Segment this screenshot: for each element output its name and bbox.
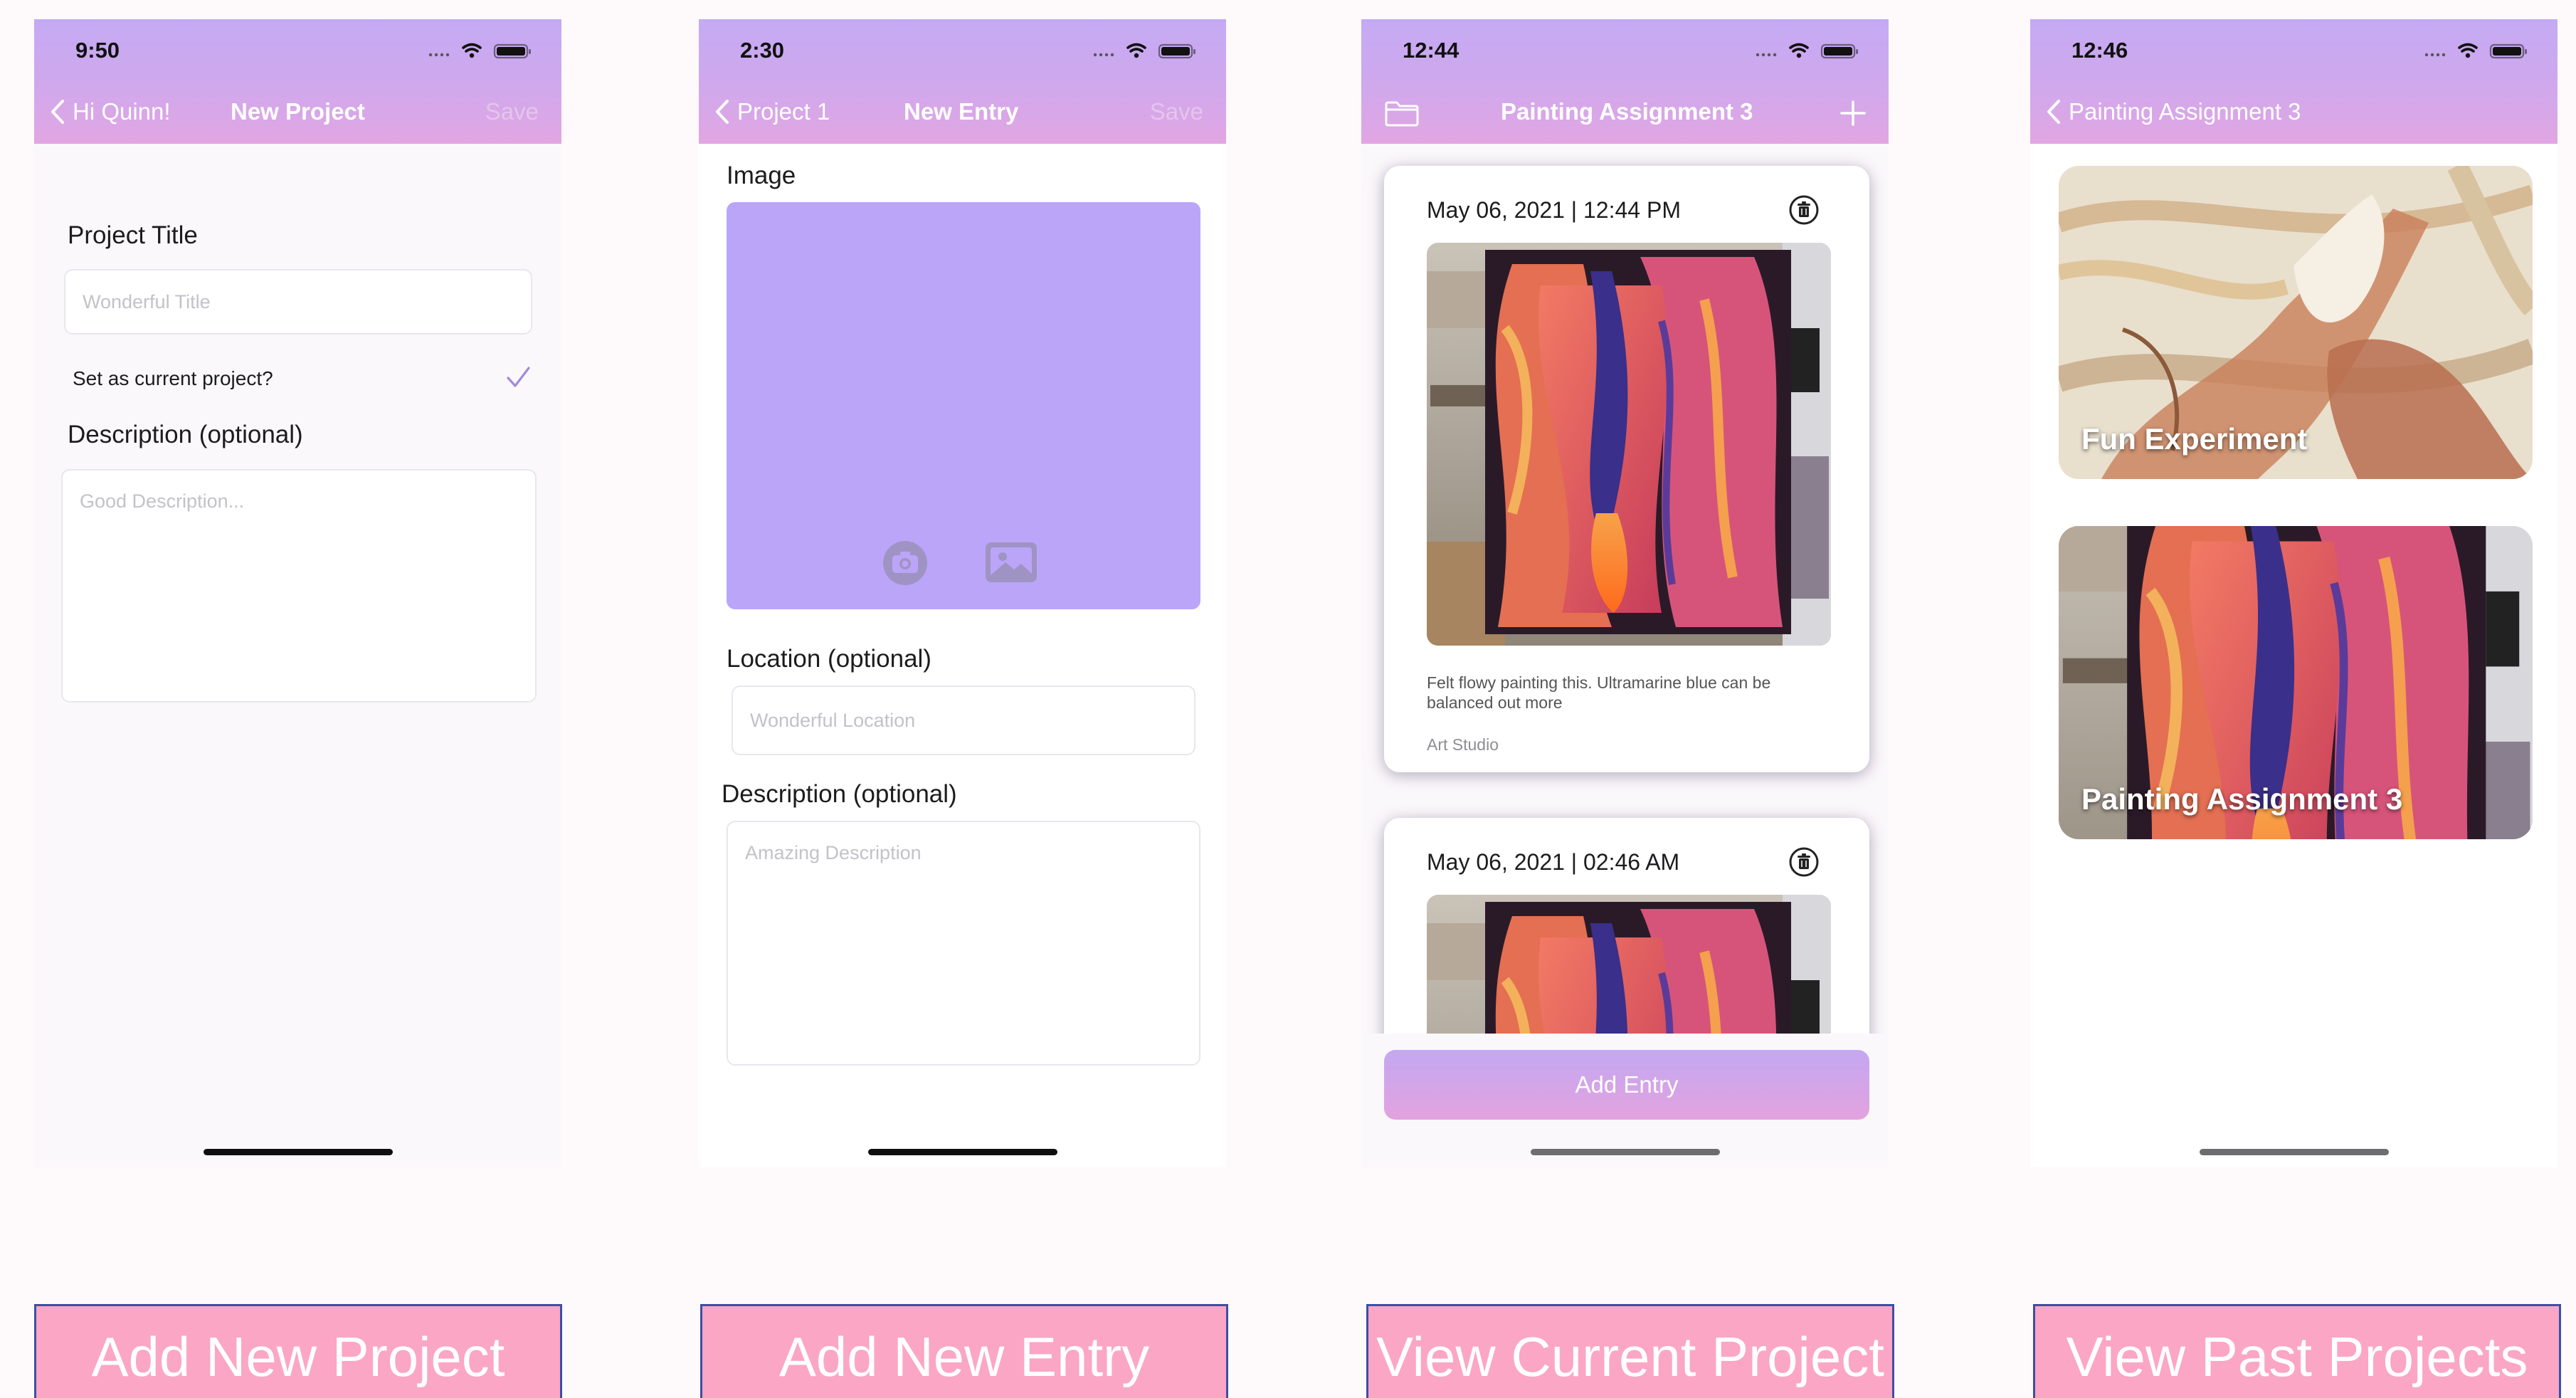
- page-title: New Project: [231, 98, 365, 125]
- photo-library-icon[interactable]: [984, 540, 1038, 585]
- nav-bar: 9:50 Hi Quinn! New Project Save: [34, 19, 561, 144]
- add-entry-button[interactable]: Add Entry: [1384, 1050, 1869, 1120]
- home-indicator: [204, 1149, 393, 1155]
- entry-date: May 06, 2021 | 12:44 PM: [1427, 197, 1681, 223]
- home-indicator: [1531, 1149, 1720, 1155]
- back-button[interactable]: Project 1: [713, 96, 830, 127]
- trash-icon[interactable]: [1788, 194, 1820, 226]
- caption-add-new-project: Add New Project: [34, 1304, 562, 1398]
- home-indicator: [868, 1149, 1057, 1155]
- entry-date: May 06, 2021 | 02:46 AM: [1427, 849, 1680, 875]
- description-placeholder: Good Description...: [80, 490, 245, 512]
- caption-view-current-project: View Current Project: [1366, 1304, 1894, 1398]
- screen-past-projects: 12:46 Painting Assignment 3 Fun Experime…: [2030, 19, 2557, 1167]
- nav-bar: 2:30 Project 1 New Entry Save: [699, 19, 1226, 144]
- camera-icon[interactable]: [882, 540, 929, 587]
- chevron-left-icon: [48, 98, 67, 125]
- home-indicator: [2200, 1149, 2389, 1155]
- nav-bar: 12:44 Painting Assignment 3: [1361, 19, 1889, 144]
- back-button[interactable]: Painting Assignment 3: [2044, 96, 2301, 127]
- status-icons: [2422, 42, 2536, 59]
- location-placeholder: Wonderful Location: [750, 709, 916, 731]
- status-time: 12:44: [1403, 38, 1459, 63]
- entry-card[interactable]: May 06, 2021 | 12:44 PM Felt flowy paint…: [1384, 166, 1869, 772]
- screen-new-project: 9:50 Hi Quinn! New Project Save Project …: [34, 19, 561, 1167]
- screen-new-entry: 2:30 Project 1 New Entry Save Image Loca…: [699, 19, 1226, 1167]
- add-entry-label: Add Entry: [1575, 1071, 1679, 1098]
- folder-icon[interactable]: [1384, 99, 1420, 127]
- project-title-input[interactable]: Wonderful Title: [64, 269, 532, 335]
- save-button[interactable]: Save: [485, 96, 539, 127]
- status-icons: [1753, 42, 1867, 59]
- checkmark-icon[interactable]: [505, 365, 531, 389]
- image-label: Image: [727, 162, 796, 189]
- back-label: Painting Assignment 3: [2069, 98, 2301, 125]
- location-label: Location (optional): [727, 645, 931, 673]
- project-name: Fun Experiment: [2081, 422, 2308, 456]
- back-button[interactable]: Hi Quinn!: [48, 96, 171, 127]
- chevron-left-icon: [713, 98, 732, 125]
- chevron-left-icon: [2044, 98, 2063, 125]
- back-label: Project 1: [737, 98, 830, 125]
- project-card[interactable]: Painting Assignment 3: [2059, 526, 2533, 839]
- description-label: Description (optional): [722, 780, 957, 808]
- status-time: 12:46: [2071, 38, 2128, 63]
- description-input[interactable]: Amazing Description: [727, 821, 1200, 1066]
- save-button[interactable]: Save: [1150, 96, 1203, 127]
- status-icons: [426, 42, 540, 59]
- project-title-label: Project Title: [68, 221, 198, 249]
- description-input[interactable]: Good Description...: [61, 469, 537, 703]
- status-icons: [1091, 42, 1205, 59]
- project-name: Painting Assignment 3: [2081, 782, 2403, 816]
- description-label: Description (optional): [68, 421, 303, 448]
- description-placeholder: Amazing Description: [745, 842, 922, 863]
- status-time: 2:30: [740, 38, 785, 63]
- project-title-placeholder: Wonderful Title: [83, 290, 211, 312]
- caption-add-new-entry: Add New Entry: [700, 1304, 1228, 1398]
- nav-bar: 12:46 Painting Assignment 3: [2030, 19, 2557, 144]
- plus-icon[interactable]: [1839, 99, 1867, 127]
- project-card[interactable]: Fun Experiment: [2059, 166, 2533, 479]
- status-time: 9:50: [75, 38, 120, 63]
- screen-current-project: 12:44 Painting Assignment 3 May 06, 2021…: [1361, 19, 1889, 1167]
- location-input[interactable]: Wonderful Location: [732, 685, 1195, 755]
- current-project-label: Set as current project?: [73, 367, 273, 389]
- page-title: Painting Assignment 3: [1501, 98, 1753, 125]
- trash-icon[interactable]: [1788, 846, 1820, 878]
- back-label: Hi Quinn!: [73, 98, 171, 125]
- entry-note: Felt flowy painting this. Ultramarine bl…: [1427, 673, 1771, 712]
- image-picker[interactable]: [727, 202, 1200, 609]
- entry-image: [1427, 243, 1831, 646]
- page-title: New Entry: [904, 98, 1019, 125]
- entry-location: Art Studio: [1427, 735, 1499, 754]
- caption-view-past-projects: View Past Projects: [2033, 1304, 2561, 1398]
